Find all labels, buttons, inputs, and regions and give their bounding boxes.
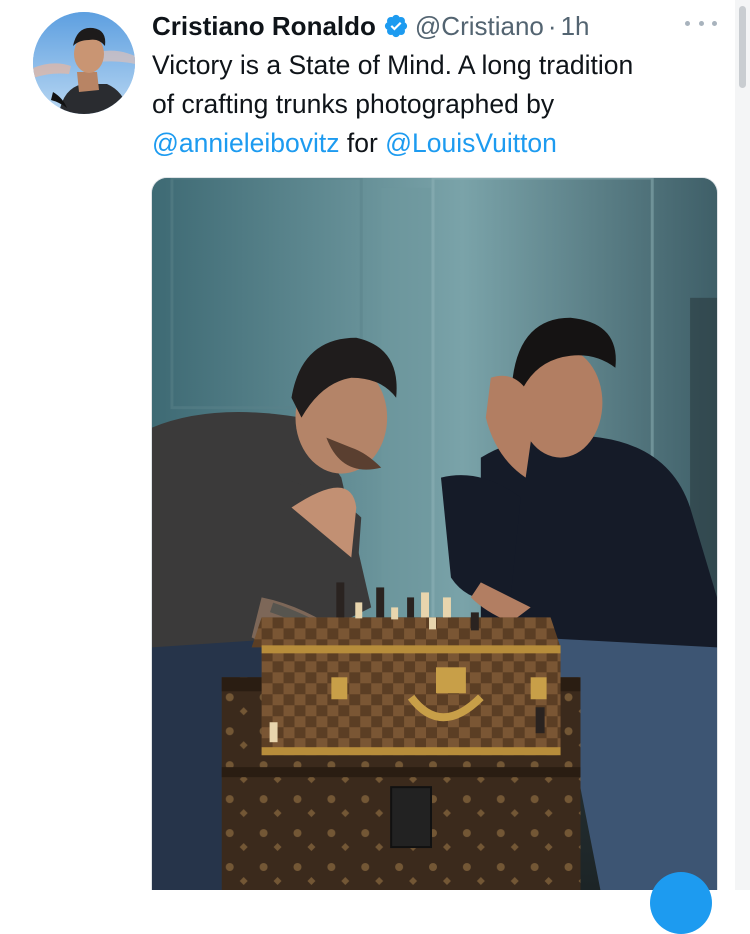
timestamp[interactable]: 1h	[561, 11, 590, 42]
tweet-text-line: Victory is a State of Mind. A long tradi…	[152, 50, 634, 80]
mention-link[interactable]: @annieleibovitz	[152, 128, 339, 158]
tweet-media[interactable]	[151, 177, 718, 890]
chess-photo	[152, 178, 717, 890]
separator: ·	[547, 10, 557, 41]
tweet-text-line: @annieleibovitz for @LouisVuitton	[152, 124, 732, 163]
more-dot	[685, 20, 690, 26]
mention-link[interactable]: @LouisVuitton	[385, 128, 557, 158]
tweet-header: Cristiano Ronaldo @Cristiano · 1h	[152, 6, 589, 46]
scroll-thumb[interactable]	[739, 6, 746, 88]
more-dot	[698, 20, 704, 26]
author-handle[interactable]: @Cristiano	[415, 11, 544, 42]
compose-button[interactable]	[650, 872, 712, 934]
more-options-icon[interactable]	[683, 10, 719, 36]
tweet-text-line: of crafting trunks photographed by	[152, 89, 555, 119]
more-dot	[712, 20, 717, 26]
author-name[interactable]: Cristiano Ronaldo	[152, 11, 376, 42]
tweet: Cristiano Ronaldo @Cristiano · 1h Victor…	[0, 0, 750, 934]
scrollbar[interactable]	[735, 0, 750, 890]
tweet-text: Victory is a State of Mind. A long tradi…	[152, 46, 732, 163]
avatar[interactable]	[33, 12, 135, 114]
avatar-image	[33, 12, 135, 114]
verified-badge-icon	[383, 13, 409, 39]
tweet-text-connector: for	[339, 128, 386, 158]
